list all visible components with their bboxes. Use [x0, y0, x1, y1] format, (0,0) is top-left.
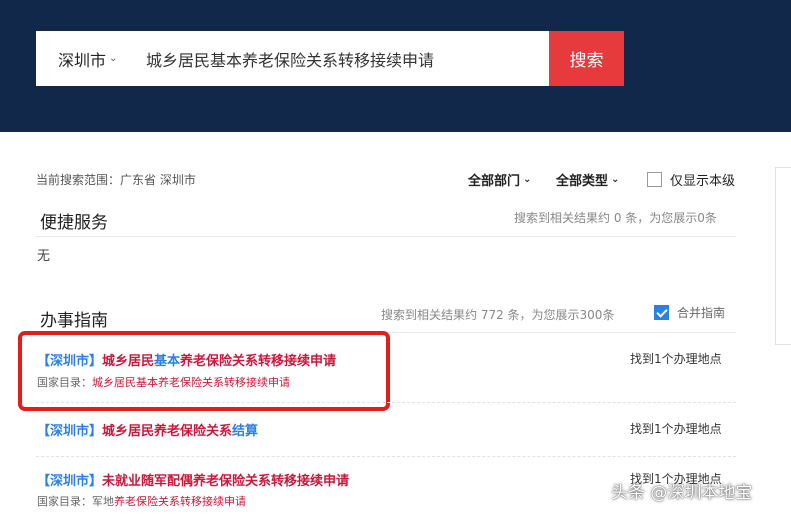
- type-filter[interactable]: 全部类型 ⌄: [556, 170, 619, 189]
- result-location[interactable]: 找到1个办理地点: [630, 420, 722, 437]
- search-button[interactable]: 搜索: [549, 31, 624, 86]
- result-title-part: 城乡居民养老保险关系: [102, 424, 233, 439]
- checkbox-icon[interactable]: [647, 172, 662, 187]
- annotation-highlight-box: [18, 331, 390, 411]
- type-filter-label: 全部类型: [556, 174, 609, 189]
- catalog-value: 军地: [92, 495, 114, 508]
- side-panel: [775, 167, 791, 345]
- result-city-prefix: 【深圳市】: [37, 474, 103, 489]
- result-title-part: 未就业随军配偶: [102, 474, 194, 489]
- only-this-level-label: 仅显示本级: [670, 174, 736, 189]
- city-label: 深圳市: [58, 50, 107, 70]
- department-filter-label: 全部部门: [468, 174, 521, 189]
- result-title-part: 养老保险关系转移接续申请: [193, 474, 350, 489]
- result-city-prefix: 【深圳市】: [37, 424, 103, 439]
- result-title-part: 结算: [232, 424, 259, 439]
- result-catalog: 国家目录：军地养老保险关系转移接续申请: [37, 493, 246, 509]
- department-filter[interactable]: 全部部门 ⌄: [468, 170, 531, 189]
- only-this-level-toggle[interactable]: 仅显示本级: [647, 170, 735, 189]
- city-selector[interactable]: 深圳市 ⌄: [36, 47, 146, 71]
- catalog-value: 养老保险关系转移接续申请: [114, 495, 246, 508]
- result-location[interactable]: 找到1个办理地点: [630, 350, 722, 367]
- chevron-down-icon: ⌄: [611, 174, 620, 185]
- divider: [36, 402, 736, 403]
- quick-services-empty: 无: [37, 249, 51, 264]
- chevron-down-icon: ⌄: [109, 53, 118, 64]
- watermark: 头条 @深圳本地宝: [611, 483, 753, 503]
- catalog-label: 国家目录：: [37, 495, 92, 508]
- merge-guides-label: 合并指南: [677, 306, 726, 320]
- chevron-down-icon: ⌄: [523, 174, 532, 185]
- divider: [36, 236, 736, 237]
- quick-services-meta: 搜索到相关结果约 0 条，为您展示0条: [514, 211, 717, 225]
- divider: [36, 456, 736, 457]
- merge-guides-toggle[interactable]: 合并指南: [654, 304, 725, 321]
- guides-meta: 搜索到相关结果约 772 条，为您展示300条: [381, 308, 615, 322]
- checkbox-icon[interactable]: [654, 305, 669, 320]
- quick-services-title: 便捷服务: [40, 213, 108, 233]
- guides-title: 办事指南: [40, 311, 108, 331]
- search-scope: 当前搜索范围：广东省 深圳市: [36, 173, 196, 187]
- search-box: 深圳市 ⌄: [36, 31, 549, 86]
- result-title-link[interactable]: 【深圳市】城乡居民养老保险关系结算: [37, 420, 258, 439]
- result-title-link[interactable]: 【深圳市】未就业随军配偶养老保险关系转移接续申请: [37, 470, 349, 489]
- search-input[interactable]: [146, 49, 536, 68]
